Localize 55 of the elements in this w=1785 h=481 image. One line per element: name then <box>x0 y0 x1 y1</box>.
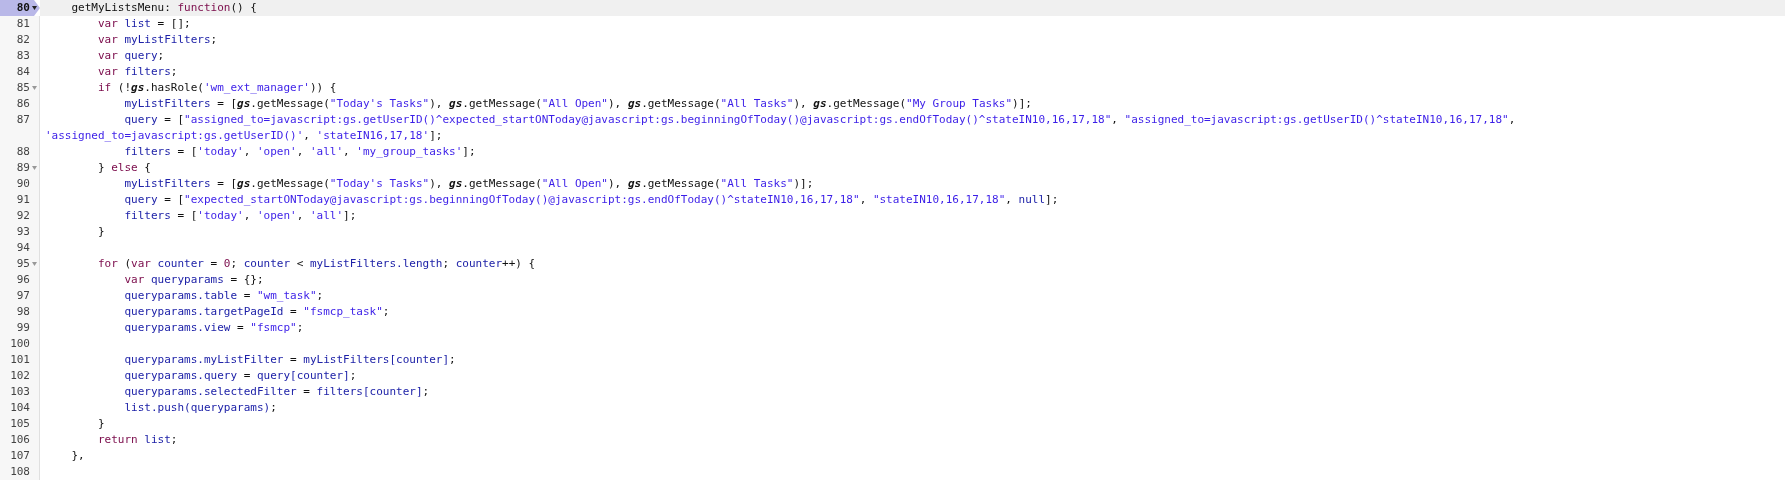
code-line: for (var counter = 0; counter < myListFilters.length; counter++) { <box>97 256 537 272</box>
line-number: 87 <box>16 112 30 128</box>
line-number: 101 <box>10 352 30 368</box>
code-line: } else { <box>97 160 152 176</box>
line-number: 80 <box>16 0 30 16</box>
line-number: 108 <box>10 464 30 480</box>
line-number: 94 <box>16 240 30 256</box>
line-number: 102 <box>10 368 30 384</box>
code-line: queryparams.query = query[counter]; <box>123 368 358 384</box>
code-line: query = ["expected_startONToday@javascript:gs.beginningOfToday()@javascript:gs.endOfToday()^stateIN10,16,17,18", "stateIN10,16,17,18", null]; <box>123 192 1060 208</box>
line-number: 90 <box>16 176 30 192</box>
code-line: queryparams.selectedFilter = filters[counter]; <box>123 384 431 400</box>
code-line: myListFilters = [gs.getMessage("Today's Tasks"), gs.getMessage("All Open"), gs.getMessage("All Tasks")]; <box>123 176 815 192</box>
line-number: 98 <box>16 304 30 320</box>
line-number: 81 <box>16 16 30 32</box>
code-line: filters = ['today', 'open', 'all']; <box>123 208 358 224</box>
line-number: 92 <box>16 208 30 224</box>
code-line: var queryparams = {}; <box>123 272 265 288</box>
code-line: queryparams.view = "fsmcp"; <box>123 320 305 336</box>
code-line: if (!gs.hasRole('wm_ext_manager')) { <box>97 80 338 96</box>
code-line: }, <box>70 448 86 464</box>
line-number: 84 <box>16 64 30 80</box>
code-line: return list; <box>97 432 179 448</box>
code-line: queryparams.table = "wm_task"; <box>123 288 325 304</box>
line-number: 95 <box>16 256 30 272</box>
line-number: 89 <box>16 160 30 176</box>
line-number: 105 <box>10 416 30 432</box>
code-line: var list = []; <box>97 16 192 32</box>
line-number: 103 <box>10 384 30 400</box>
line-number: 106 <box>10 432 30 448</box>
line-number: 97 <box>16 288 30 304</box>
line-number: 83 <box>16 48 30 64</box>
code-line: var query; <box>97 48 166 64</box>
line-number: 107 <box>10 448 30 464</box>
line-number: 93 <box>16 224 30 240</box>
line-number: 91 <box>16 192 30 208</box>
line-number: 104 <box>10 400 30 416</box>
code-line: queryparams.targetPageId = "fsmcp_task"; <box>123 304 391 320</box>
code-line: } <box>97 416 106 432</box>
code-line: } <box>97 224 106 240</box>
code-line: query = ["assigned_to=javascript:gs.getUserID()^expected_startONToday@javascript:gs.beginningOfToday()@javascript:gs.endOfToday()^stateIN10,16,17,18", "assigned_to=javascript:gs.getUserID()^stateIN10,16,17,18", 'assigned_to=javascript:gs.getUserID()', 'stateIN16,17,18']; <box>44 112 1517 144</box>
caret-icon[interactable] <box>32 6 37 10</box>
code-line: filters = ['today', 'open', 'all', 'my_group_tasks']; <box>123 144 477 160</box>
code-line: var filters; <box>97 64 179 80</box>
code-line: var myListFilters; <box>97 32 219 48</box>
code-line: myListFilters = [gs.getMessage("Today's Tasks"), gs.getMessage("All Open"), gs.getMessage("All Tasks"), gs.getMessage("My Group Tasks")]; <box>123 96 1033 112</box>
code-line: queryparams.myListFilter = myListFilters[counter]; <box>123 352 457 368</box>
line-number: 85 <box>16 80 30 96</box>
line-number: 99 <box>16 320 30 336</box>
line-number: 96 <box>16 272 30 288</box>
line-number: 88 <box>16 144 30 160</box>
line-number: 86 <box>16 96 30 112</box>
line-number: 100 <box>10 336 30 352</box>
code-line: list.push(queryparams); <box>123 400 278 416</box>
line-number: 82 <box>16 32 30 48</box>
